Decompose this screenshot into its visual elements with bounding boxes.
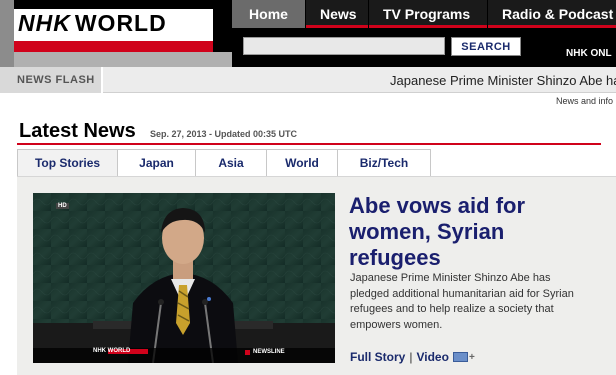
story-summary: Japanese Prime Minister Shinzo Abe has p… [350, 272, 574, 331]
tab-biz-tech[interactable]: Biz/Tech [337, 149, 431, 176]
nav-tab-tv-programs[interactable]: TV Programs [369, 0, 488, 28]
nhk-online-link[interactable]: NHK ONL [566, 48, 612, 59]
logo[interactable]: NHK WORLD [0, 0, 232, 67]
link-separator: | [409, 350, 413, 364]
tab-world[interactable]: World [266, 149, 338, 176]
story-headline[interactable]: Abe vows aid for women, Syrian refugees [349, 193, 589, 271]
nav-tab-news[interactable]: News [306, 0, 369, 28]
video-plus-icon: + [468, 351, 475, 363]
hd-badge: HD [56, 203, 69, 209]
tab-top-stories[interactable]: Top Stories [17, 149, 118, 176]
latest-news-date: Sep. 27, 2013 - Updated 00:35 UTC [150, 129, 298, 139]
news-info-text: News and info [556, 96, 614, 106]
search-button[interactable]: SEARCH [451, 37, 521, 56]
site-header: NHK WORLD Home News TV Programs Radio & P… [0, 0, 616, 67]
story-photo[interactable]: HD NHK WORLD NEWSLINE [33, 193, 335, 363]
nav-tab-home[interactable]: Home [232, 0, 306, 28]
nav-tab-radio-podcast[interactable]: Radio & Podcast [488, 0, 616, 28]
photo-watermark: NHK WORLD [93, 348, 131, 354]
logo-side-strip [0, 0, 14, 67]
logo-gray-bar [14, 52, 232, 67]
section-divider [17, 143, 601, 145]
logo-wordmark: NHK WORLD [18, 10, 167, 36]
search-input[interactable] [243, 37, 445, 55]
tab-japan[interactable]: Japan [117, 149, 196, 176]
news-flash-ticker[interactable]: Japanese Prime Minister Shinzo Abe has [390, 73, 616, 88]
video-link[interactable]: Video [416, 350, 448, 364]
news-flash-label: NEWS FLASH [0, 67, 103, 93]
logo-red-bar [14, 41, 213, 52]
main-nav: Home News TV Programs Radio & Podcast [232, 0, 616, 28]
video-icon[interactable] [452, 352, 468, 362]
story-links: Full Story | Video + [350, 350, 475, 364]
tab-asia[interactable]: Asia [195, 149, 267, 176]
photo-ticker: NEWSLINE [253, 349, 285, 355]
news-flash-bar: NEWS FLASH Japanese Prime Minister Shinz… [0, 67, 616, 93]
category-tabs: Top Stories Japan Asia World Biz/Tech [17, 149, 431, 176]
full-story-link[interactable]: Full Story [350, 350, 405, 364]
photo-illustration [33, 193, 335, 363]
latest-news-heading: Latest News [19, 120, 136, 142]
